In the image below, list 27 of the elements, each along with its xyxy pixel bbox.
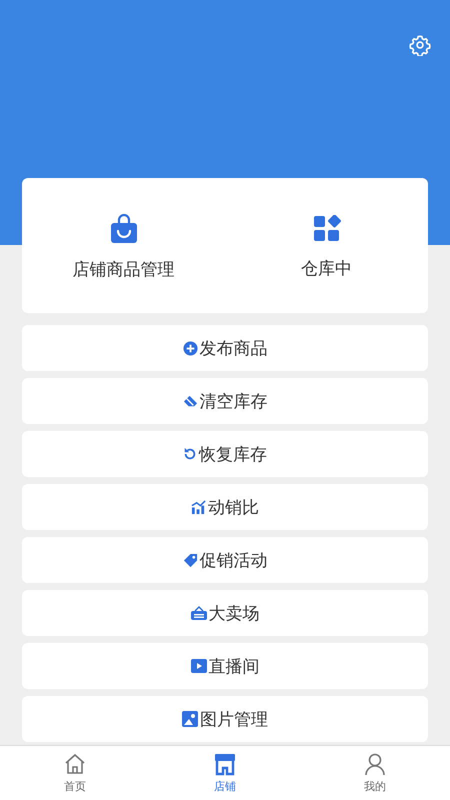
home-icon <box>63 752 87 776</box>
summary-label[interactable]: 店铺商品管理 <box>72 258 174 281</box>
eraser-icon <box>182 394 198 408</box>
image-icon <box>182 711 198 727</box>
menu-item[interactable]: 直播间 <box>22 643 428 689</box>
menu-item[interactable]: 大卖场 <box>22 590 428 636</box>
bar-chart-icon <box>191 500 206 514</box>
plus-circle-icon <box>182 340 198 356</box>
summary-label[interactable]: 仓库中 <box>301 257 352 280</box>
sale-sign-icon <box>190 606 206 620</box>
storefront-icon <box>213 752 237 776</box>
menu-item[interactable]: 图片管理 <box>22 696 428 742</box>
settings-icon[interactable] <box>409 34 431 56</box>
grid-icon[interactable] <box>312 215 340 243</box>
user-icon <box>363 752 387 776</box>
tag-icon <box>182 552 198 568</box>
undo-icon <box>183 447 197 461</box>
tab-item[interactable]: 我的 <box>300 746 450 800</box>
menu-item[interactable]: 动销比 <box>22 484 428 530</box>
tab-item[interactable]: 店铺 <box>150 746 300 800</box>
menu-item[interactable]: 发布商品 <box>22 325 428 371</box>
menu-item[interactable]: 恢复库存 <box>22 431 428 477</box>
menu-item[interactable]: 清空库存 <box>22 378 428 424</box>
menu-item[interactable]: 促销活动 <box>22 537 428 583</box>
video-icon <box>190 659 206 673</box>
shopping-bag-icon[interactable] <box>110 214 138 244</box>
tab-item[interactable]: 首页 <box>0 746 150 800</box>
